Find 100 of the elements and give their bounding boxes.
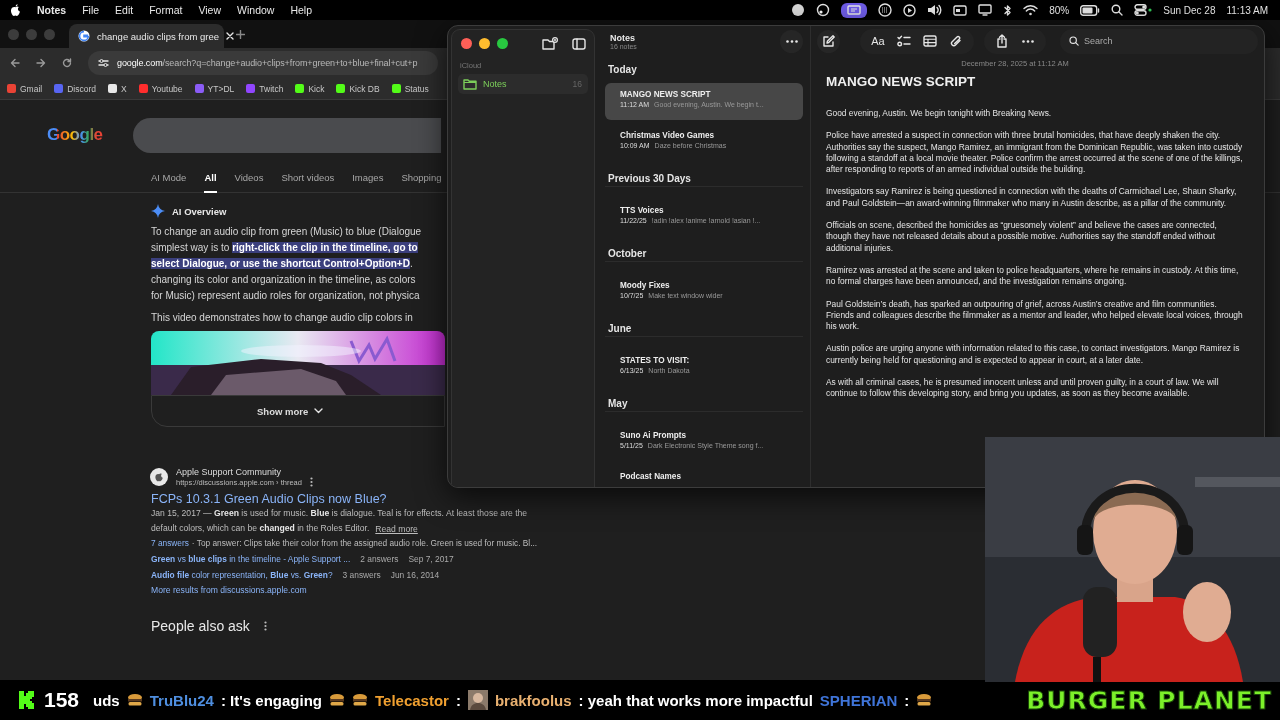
address-bar[interactable]: google.com/search?q=change+audio+clips+from+green+to+blue+final+cut+p (88, 51, 438, 75)
note-paragraph: Paul Goldstein’s death, has sparked an outpouring of grief, across Austin’s creative and film communities. Friends and colleagues describe the filmmaker as a mentor and leader, who helped elevate local voices, through his work. (826, 298, 1244, 333)
result-snippet: · Top answer: Clips take their color from the assigned audio role. Green is used for music. Bl... (191, 537, 538, 550)
result-link[interactable]: FCPs 10.3.1 Green Audio Clips now Blue? (151, 492, 387, 506)
result-link[interactable]: Audio file color representation, Blue vs. Green? (151, 568, 333, 583)
show-more-button[interactable]: Show more (151, 395, 445, 427)
plus-icon[interactable] (236, 29, 245, 39)
more-button[interactable] (780, 29, 803, 53)
bookmark[interactable]: Gmail (7, 83, 43, 94)
window-button[interactable] (479, 38, 490, 49)
search-tab[interactable]: Images (352, 170, 384, 193)
more-results-link[interactable]: More results from discussions.apple.com (151, 583, 307, 598)
chat-message: : It's engaging (220, 691, 322, 709)
overview-text: changing its color and organization in the timeline, as colors (151, 273, 417, 287)
group-heading: October (605, 240, 803, 262)
bookmark[interactable]: YT>DL (194, 83, 235, 94)
search-tab[interactable]: Shopping (401, 170, 442, 193)
bookmark[interactable]: Status (391, 83, 429, 94)
menu-bar-date[interactable]: Sun Dec 28 (1163, 4, 1216, 16)
group-heading: June (605, 315, 803, 337)
menu-item[interactable]: Format (149, 4, 183, 16)
emote-icon (126, 693, 143, 707)
search-tab[interactable]: Videos (234, 170, 264, 193)
search-field[interactable] (132, 117, 441, 153)
menu-item[interactable]: Help (290, 4, 312, 16)
menu-item[interactable]: File (82, 4, 100, 16)
screen-icon (847, 4, 862, 16)
note-title: TTS Voices (620, 206, 665, 215)
sparkle-icon (151, 204, 165, 218)
forward-icon[interactable] (36, 58, 46, 68)
menu-item[interactable]: Window (237, 4, 275, 16)
overview-text: for Music) represent audio roles for organization, not physica (151, 289, 421, 303)
battery-icon[interactable] (1080, 4, 1101, 16)
section-heading: AI Overview (172, 205, 227, 217)
emote-icon (329, 693, 345, 707)
search-icon[interactable] (1111, 4, 1124, 16)
screen-share-button[interactable] (841, 2, 868, 18)
note-title: Podcast Names (620, 472, 682, 481)
card-icon[interactable] (953, 4, 968, 16)
note-title: Suno Ai Prompts (620, 431, 688, 440)
apple-icon (150, 468, 168, 486)
window-button[interactable] (461, 38, 472, 49)
menu-bar-time[interactable]: 11:13 AM (1226, 4, 1268, 16)
paperclip-icon (950, 34, 962, 48)
chat-message: : (904, 691, 910, 709)
note-paragraph: Ramirez was arrested at the scene and taken to police headquarters, where he remains in custody. At this time, no formal charges have been announced, and the investigation remains ongoing. (826, 264, 1240, 288)
format-button[interactable]: Aa (866, 29, 890, 53)
menu-item[interactable]: Edit (115, 4, 134, 16)
chat-username: Telecastor (375, 691, 449, 709)
note-paragraph: Investigators say Ramirez is being questioned in connection with the deaths of Carmichael Lee, Shaun Sharky, and Paul Goldstein—an award-winning filmmaker who many in Austin describe, as a pillar of the community. (826, 186, 1238, 210)
result-link[interactable]: Green vs blue clips in the timeline - Apple Support ... (151, 552, 351, 567)
emote-icon (352, 693, 368, 707)
bookmark[interactable]: Discord (54, 83, 96, 94)
play-icon[interactable] (903, 3, 917, 17)
bluetooth-icon[interactable] (1003, 3, 1013, 17)
more-icon[interactable] (309, 477, 313, 487)
read-more-link[interactable]: Read more (375, 523, 418, 534)
overview-text: simplest way is to right-click the clip in the timeline, go to (151, 241, 419, 255)
back-icon[interactable] (10, 58, 20, 68)
ellipsis-icon (785, 39, 798, 43)
bookmark[interactable]: Kick DB (336, 83, 380, 94)
speaker-icon[interactable] (927, 4, 943, 16)
folder-plus-icon[interactable] (542, 37, 558, 50)
bookmark[interactable]: Twitch (246, 83, 284, 94)
banner-text: BURGER PLANET (1026, 685, 1272, 715)
folder-name: Notes (483, 79, 508, 89)
bookmark[interactable]: X (108, 83, 127, 94)
google-logo[interactable]: Google (47, 125, 103, 145)
reload-icon[interactable] (62, 58, 72, 68)
compose-button[interactable] (817, 29, 840, 53)
close-icon[interactable] (226, 32, 234, 40)
result-snippet: default colors, which can be changed in the Roles Editor. (151, 522, 370, 535)
search-tab[interactable]: All (204, 170, 217, 193)
viewer-count: 158 (44, 688, 80, 712)
note-paragraph: As with all criminal cases, he is presumed innocent unless and until proven guilty, in a court of law. We will continue to follow this developing story, and bring you updates, as soon as they become available. (826, 377, 1220, 400)
circle-icon[interactable] (791, 3, 806, 17)
chat-message: : (455, 691, 461, 709)
search-tab[interactable]: AI Mode (151, 170, 187, 193)
answers-count: 7 answers (151, 537, 189, 550)
checklist-icon (897, 35, 911, 47)
search-field[interactable]: Search (1060, 28, 1258, 54)
wifi-icon[interactable] (1023, 4, 1039, 16)
app-menu[interactable]: Notes (37, 4, 67, 16)
bookmark[interactable]: Kick (295, 83, 325, 94)
display-icon[interactable] (978, 4, 993, 16)
chat-username: SPHERIAN (819, 691, 898, 709)
overview-text: select Dialogue, or use the shortcut Control+Option+D. (151, 257, 414, 271)
bookmark[interactable]: Youtube (138, 83, 183, 94)
list-title: Notes (610, 32, 636, 43)
note-item[interactable]: Podcast Names (605, 465, 803, 487)
search-tab[interactable]: Short videos (281, 170, 335, 193)
ellipsis-icon (1022, 39, 1034, 43)
menu-item[interactable]: View (198, 4, 222, 16)
window-button[interactable] (497, 38, 508, 49)
google-icon (78, 30, 90, 42)
sidebar-icon[interactable] (572, 37, 586, 50)
toggle-icon[interactable] (1134, 4, 1153, 16)
note-title: Moody Fixes (620, 281, 671, 290)
more-icon[interactable] (263, 621, 267, 631)
note-paragraph: Officials on scene, described the homicides as “gruesomely violent” and believe the cases are connected, though they have not released details about a possible motive. Authorities say the standoff ended without additional injuries. (826, 220, 1218, 254)
